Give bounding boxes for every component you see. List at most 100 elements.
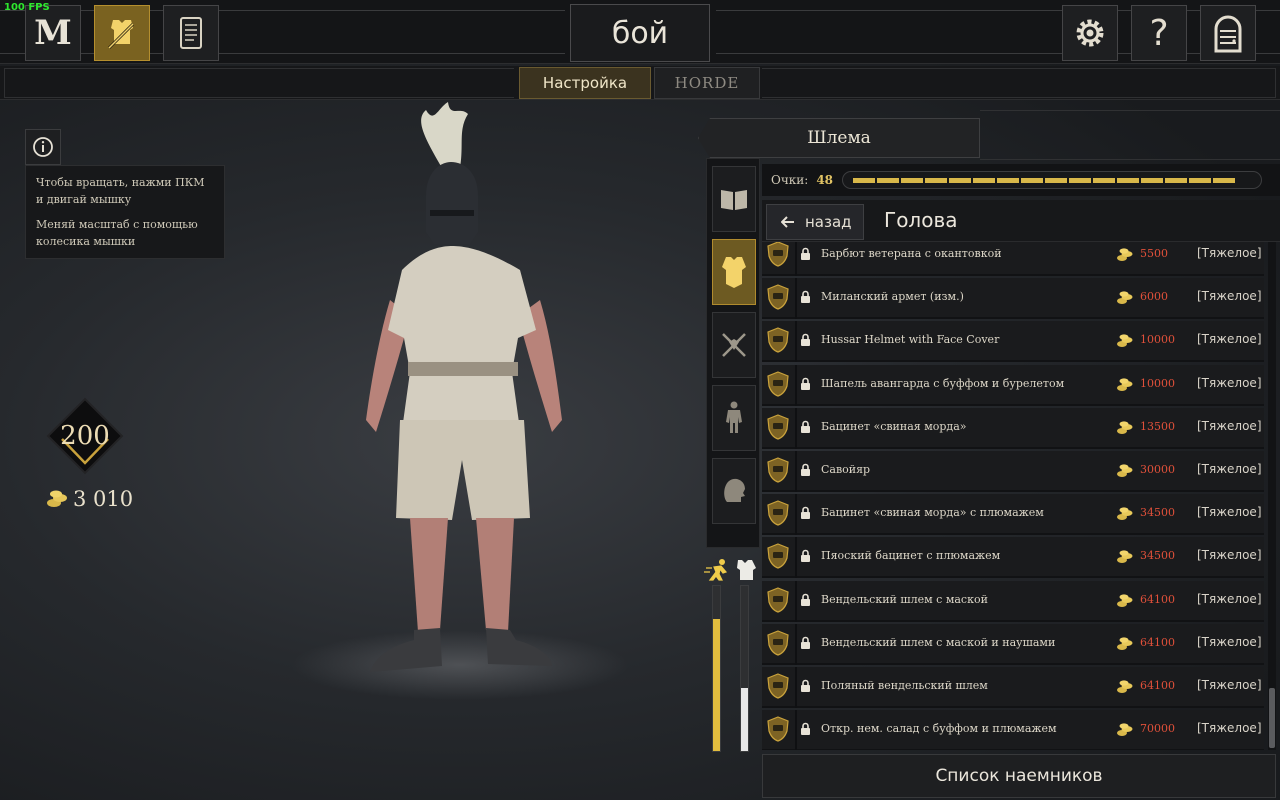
points-pip xyxy=(901,177,923,183)
gold-display: 3 010 xyxy=(46,487,133,511)
item-name: Бацинет «свиная морда» с плюмажем xyxy=(821,506,1044,520)
lock-icon xyxy=(801,420,810,433)
coins-icon xyxy=(1117,593,1133,607)
scroll-icon xyxy=(180,17,202,49)
points-pip xyxy=(1141,177,1163,183)
item-list[interactable]: Барбют ветерана с окантовкой 5500 [Тяжелое… xyxy=(762,242,1268,750)
item-row[interactable]: Вендельский шлем с маской 64100 [Тяжелое] xyxy=(762,580,1264,622)
row-separator xyxy=(795,321,797,363)
item-tier: [Тяжелое] xyxy=(1197,505,1262,520)
tab-customize[interactable]: Настройка xyxy=(519,67,651,99)
row-separator xyxy=(795,667,797,708)
coins-icon xyxy=(1117,637,1133,650)
points-pip xyxy=(1213,177,1235,183)
category-title: Шлема xyxy=(698,118,980,158)
coins-icon xyxy=(1117,421,1133,434)
row-separator xyxy=(795,278,797,320)
item-price: 34500 xyxy=(1140,549,1175,563)
item-price: 64100 xyxy=(1140,679,1175,692)
coins-icon xyxy=(1117,291,1133,305)
item-name: Пяоский бацинет с плюмажем xyxy=(821,549,1001,563)
category-head-button[interactable] xyxy=(712,458,756,524)
help-button[interactable]: ? xyxy=(1131,5,1187,61)
category-body-button[interactable] xyxy=(712,385,756,451)
back-label: назад xyxy=(805,213,852,231)
shield-icon xyxy=(767,673,789,699)
item-tier: [Тяжелое] xyxy=(1197,634,1262,649)
item-row[interactable]: Савойяр 30000 [Тяжелое] xyxy=(762,451,1264,492)
item-tier: [Тяжелое] xyxy=(1197,375,1262,390)
item-row[interactable]: Шапель авангарда с буффом и бурелетом 100… xyxy=(762,364,1264,406)
lock-icon xyxy=(801,593,810,606)
lock-icon xyxy=(801,679,810,692)
item-price: 64100 xyxy=(1140,592,1175,606)
rank-value: 200 xyxy=(60,421,110,451)
category-armor-button[interactable] xyxy=(712,239,756,305)
item-name: Вендельский шлем с маской и наушами xyxy=(821,635,1056,649)
shield-icon xyxy=(767,457,789,483)
quests-button[interactable] xyxy=(163,5,219,61)
item-row[interactable]: Бацинет «свиная морда» 13500 [Тяжелое] xyxy=(762,407,1264,449)
section-title: Голова xyxy=(884,208,958,232)
points-pip xyxy=(1117,177,1139,183)
equipment-button[interactable] xyxy=(94,5,150,61)
top-rail-left xyxy=(0,10,565,54)
shield-icon xyxy=(767,370,789,397)
points-pip xyxy=(877,177,899,183)
lock-icon xyxy=(801,290,810,304)
item-name: Откр. нем. салад с буффом и плюмажем xyxy=(821,722,1057,736)
row-separator xyxy=(795,494,797,536)
head-icon xyxy=(724,478,745,502)
points-pip xyxy=(1045,177,1067,183)
shield-icon xyxy=(767,414,789,440)
info-icon xyxy=(33,137,53,157)
item-row[interactable]: Пяоский бацинет с плюмажем 34500 [Тяжелое] xyxy=(762,537,1264,579)
lock-icon xyxy=(801,463,810,476)
lock-icon xyxy=(801,636,810,649)
item-tier: [Тяжелое] xyxy=(1197,289,1262,304)
coins-icon xyxy=(1117,248,1133,261)
row-separator xyxy=(795,623,797,665)
item-row[interactable]: Миланский армет (изм.) 6000 [Тяжелое] xyxy=(762,278,1264,320)
shield-icon xyxy=(767,586,789,613)
points-pip xyxy=(853,177,875,183)
item-price: 10000 xyxy=(1140,376,1175,390)
info-button[interactable] xyxy=(25,129,61,165)
shield-icon xyxy=(767,630,789,656)
item-price: 5500 xyxy=(1140,247,1168,260)
list-scroll-thumb[interactable] xyxy=(1269,688,1275,748)
item-tier: [Тяжелое] xyxy=(1197,721,1262,736)
item-tier: [Тяжелое] xyxy=(1197,591,1262,606)
lock-icon xyxy=(801,334,810,347)
list-scrollbar[interactable] xyxy=(1268,242,1276,750)
door-icon xyxy=(1214,15,1242,53)
armor-sword-icon xyxy=(107,20,135,50)
category-book-button[interactable] xyxy=(712,166,756,232)
item-name: Вендельский шлем с маской xyxy=(821,592,988,606)
main-menu-button[interactable]: M xyxy=(25,5,81,61)
character-model[interactable] xyxy=(330,100,600,710)
info-line-rotate: Чтобы вращать, нажми ПКМ и двигай мышку xyxy=(36,176,205,206)
tab-horde[interactable]: HORDE xyxy=(654,67,760,99)
category-weapons-button[interactable] xyxy=(712,312,756,378)
speed-icon xyxy=(704,559,728,581)
item-row[interactable]: Откр. нем. салад с буффом и плюмажем 7000… xyxy=(762,710,1264,750)
item-row[interactable]: Поляный вендельский шлем 64100 [Тяжелое] xyxy=(762,667,1264,708)
book-icon xyxy=(721,190,747,210)
exit-button[interactable] xyxy=(1200,5,1256,61)
row-separator xyxy=(795,537,797,579)
item-row[interactable]: Барбют ветерана с окантовкой 5500 [Тяжелое… xyxy=(762,242,1264,276)
crossed-swords-icon xyxy=(722,333,746,357)
points-pip xyxy=(1165,177,1187,183)
mercenaries-list-button[interactable]: Список наемников xyxy=(762,754,1276,798)
row-separator xyxy=(795,407,797,449)
sub-bar-rail-right xyxy=(762,68,1276,98)
item-row[interactable]: Hussar Helmet with Face Cover 10000 [Тяжел… xyxy=(762,321,1264,363)
item-price: 6000 xyxy=(1140,290,1168,304)
settings-button[interactable] xyxy=(1062,5,1118,61)
armor-bar-fill xyxy=(741,688,748,751)
item-row[interactable]: Бацинет «свиная морда» с плюмажем 34500 [Т… xyxy=(762,494,1264,536)
back-button[interactable]: назад xyxy=(766,204,864,240)
item-row[interactable]: Вендельский шлем с маской и наушами 64100… xyxy=(762,623,1264,665)
lock-icon xyxy=(801,550,810,563)
